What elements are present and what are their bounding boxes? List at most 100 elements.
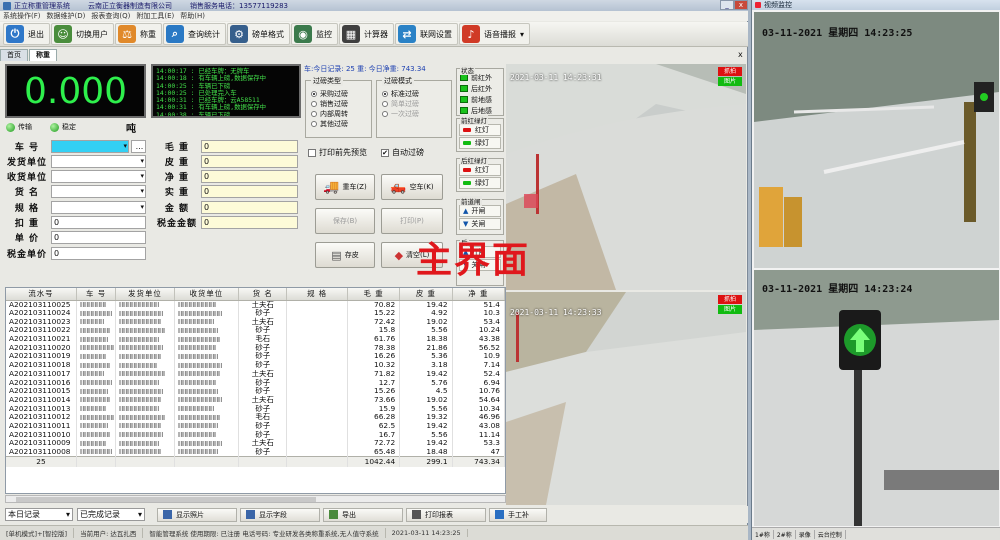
table-row[interactable]: A202103110010 砂子 16.7 5.56 11.14 xyxy=(6,430,505,439)
column-header[interactable]: 毛 重 xyxy=(347,288,401,301)
empty-truck-button[interactable]: 🛻 空车(K) xyxy=(381,174,443,200)
table-row[interactable]: A202103110021 毛石 61.76 18.38 43.38 xyxy=(6,334,505,344)
toolbar-button-power[interactable]: ⏻ 退出 xyxy=(3,23,50,45)
table-row[interactable]: A202103110014 土夫石 73.66 19.02 54.64 xyxy=(6,395,505,405)
toolbar-button-calculator[interactable]: ▦ 计算器 xyxy=(339,23,394,45)
goods-field[interactable] xyxy=(51,185,146,199)
column-header[interactable]: 皮 重 xyxy=(399,288,453,301)
close-gate-button[interactable]: ▼ 关闸 xyxy=(459,218,501,230)
show-field-button[interactable]: 显示字段 xyxy=(240,507,320,522)
column-header[interactable]: 货 名 xyxy=(238,288,288,301)
column-header[interactable]: 净 重 xyxy=(452,288,505,301)
menu-system[interactable]: 系统操作(F) xyxy=(0,11,44,21)
show-photo-button[interactable]: 显示照片 xyxy=(157,507,237,522)
menu-data[interactable]: 数据维护(D) xyxy=(44,11,89,21)
heavy-truck-button[interactable]: 🚚 重车(Z) xyxy=(315,174,375,200)
menu-tools[interactable]: 附加工具(E) xyxy=(133,11,177,21)
minimize-button[interactable]: _ xyxy=(720,0,734,10)
camera-2-capture-tag[interactable]: 抓拍 xyxy=(718,295,742,304)
scale-2-tab[interactable]: 2#称 xyxy=(774,529,796,539)
filter-type-option[interactable]: 采购过磅 xyxy=(311,89,371,99)
table-row[interactable]: A202103110013 砂子 15.9 5.56 10.34 xyxy=(6,404,505,413)
filter-mode-option[interactable]: 标准过磅 xyxy=(382,89,451,99)
spec-field[interactable] xyxy=(51,200,146,214)
tab-weigh[interactable]: 称重 xyxy=(29,49,57,61)
column-header[interactable]: 收货单位 xyxy=(174,288,240,301)
back-red-light-button[interactable]: 红灯 xyxy=(459,164,501,176)
front-green-light-button[interactable]: 绿灯 xyxy=(459,137,501,149)
scale-1-tab[interactable]: 1#称 xyxy=(752,529,774,539)
horizontal-scrollbar[interactable] xyxy=(5,495,506,503)
tab-home[interactable]: 首页 xyxy=(0,49,28,61)
column-header[interactable]: 流水号 xyxy=(6,288,77,301)
table-row[interactable]: A202103110015 砂子 15.26 4.5 10.76 xyxy=(6,386,505,396)
table-row[interactable]: A202103110023 土夫石 72.42 19.02 53.4 xyxy=(6,317,505,327)
menu-report[interactable]: 报表查询(Q) xyxy=(88,11,133,21)
preview-print-checkbox[interactable]: 打印前先预览 xyxy=(308,147,367,158)
actual-field[interactable]: 0 xyxy=(201,185,298,199)
open-gate-button[interactable]: ▲ 开闸 xyxy=(459,205,501,217)
toolbar-button-scale[interactable]: ⚖ 称重 xyxy=(115,23,162,45)
toolbar-button-gear[interactable]: ⚙ 磅单格式 xyxy=(227,23,290,45)
net-field[interactable]: 0 xyxy=(201,170,298,184)
monitor-feed-1[interactable]: 03-11-2021 星期四 14:23:25 xyxy=(754,12,999,268)
records-table[interactable]: 流水号车 号发货单位 收货单位货 名规 格毛 重皮 重净 重 A202103110… xyxy=(5,287,506,494)
camera-2-picture-tag[interactable]: 图片 xyxy=(718,305,742,314)
camera-feed-1[interactable]: 2021-03-11 14:23:31 抓拍 图片 xyxy=(506,64,746,290)
menu-help[interactable]: 帮助(H) xyxy=(177,11,208,21)
toolbar-button-users[interactable]: ☺ 切换用户 xyxy=(51,23,114,45)
receiver-field[interactable] xyxy=(51,170,146,184)
camera-feed-2[interactable]: 2021-03-11 14:23:33 抓拍 图片 xyxy=(506,292,746,505)
column-header[interactable]: 车 号 xyxy=(76,288,117,301)
back-green-light-button[interactable]: 绿灯 xyxy=(459,177,501,189)
store-tare-button[interactable]: ▤ 存皮 xyxy=(315,242,375,268)
filter-mode-option[interactable]: 简单过磅 xyxy=(382,99,451,109)
table-row[interactable]: A202103110011 砂子 62.5 19.42 43.08 xyxy=(6,421,505,431)
table-row[interactable]: A202103110012 毛石 66.28 19.32 46.96 xyxy=(6,412,505,422)
filter-type-option[interactable]: 其他过磅 xyxy=(311,119,371,129)
save-button[interactable]: 保存(B) xyxy=(315,208,375,234)
table-row[interactable]: A202103110009 土夫石 72.72 19.42 53.3 xyxy=(6,439,505,448)
table-row[interactable]: A202103110025 土夫石 70.82 19.42 51.4 xyxy=(6,300,505,309)
monitor-feed-2[interactable]: 03-11-2021 星期四 14:23:24 xyxy=(754,270,999,526)
tax-price-field[interactable]: 0 xyxy=(51,246,146,260)
toolbar-button-search[interactable]: ⌕ 查询统计 xyxy=(163,23,226,45)
export-button[interactable]: 导出 xyxy=(323,507,403,522)
table-row[interactable]: A202103110020 砂子 78.38 21.86 56.52 xyxy=(6,343,505,353)
tax-amount-field[interactable]: 0 xyxy=(201,216,298,229)
close-button[interactable]: x xyxy=(734,0,748,10)
toolbar-button-speaker[interactable]: ♪ 语音播报 ▾ xyxy=(459,23,531,45)
column-header[interactable]: 发货单位 xyxy=(115,288,175,301)
front-red-light-button[interactable]: 红灯 xyxy=(459,124,501,136)
table-row[interactable]: A202103110016 砂子 12.7 5.76 6.94 xyxy=(6,378,505,387)
manual-add-button[interactable]: 手工补 xyxy=(489,507,547,522)
toolbar-button-camera[interactable]: ◉ 监控 xyxy=(291,23,338,45)
filter-type-option[interactable]: 内部周转 xyxy=(311,109,371,119)
plate-browse-button[interactable]: ... xyxy=(131,139,146,153)
state-select[interactable]: 已完成记录 xyxy=(77,508,145,521)
filter-type-option[interactable]: 销售过磅 xyxy=(311,99,371,109)
range-select[interactable]: 本日记录 xyxy=(5,508,73,521)
table-row[interactable]: A202103110022 砂子 15.8 5.56 10.24 xyxy=(6,326,505,335)
gross-field[interactable]: 0 xyxy=(201,139,298,153)
camera-1-picture-tag[interactable]: 图片 xyxy=(718,77,742,86)
table-row[interactable]: A202103110018 砂子 10.32 3.18 7.14 xyxy=(6,360,505,370)
price-field[interactable]: 0 xyxy=(51,231,146,245)
toolbar-button-network[interactable]: ⇄ 联网设置 xyxy=(395,23,458,45)
ptz-control-tab[interactable]: 云台控制 xyxy=(815,529,846,539)
tab-close-icon[interactable]: x xyxy=(738,50,743,59)
table-row[interactable]: A202103110024 砂子 15.22 4.92 10.3 xyxy=(6,308,505,318)
table-row[interactable]: A202103110008 砂子 65.48 18.48 47 xyxy=(6,447,505,457)
auto-weigh-checkbox[interactable]: ✔ 自动过磅 xyxy=(381,147,424,158)
print-report-button[interactable]: 打印报表 xyxy=(406,507,486,522)
filter-mode-option[interactable]: 一次过磅 xyxy=(382,109,451,119)
column-header[interactable]: 规 格 xyxy=(286,288,348,301)
plate-field[interactable] xyxy=(51,139,129,153)
camera-1-capture-tag[interactable]: 抓拍 xyxy=(718,67,742,76)
scroll-thumb[interactable] xyxy=(16,497,316,502)
record-tab[interactable]: 录像 xyxy=(796,529,815,539)
chevron-down-icon[interactable]: ▾ xyxy=(520,30,524,39)
table-row[interactable]: A202103110017 土夫石 71.82 19.42 52.4 xyxy=(6,369,505,379)
sender-field[interactable] xyxy=(51,154,146,168)
amount-field[interactable]: 0 xyxy=(201,200,298,214)
